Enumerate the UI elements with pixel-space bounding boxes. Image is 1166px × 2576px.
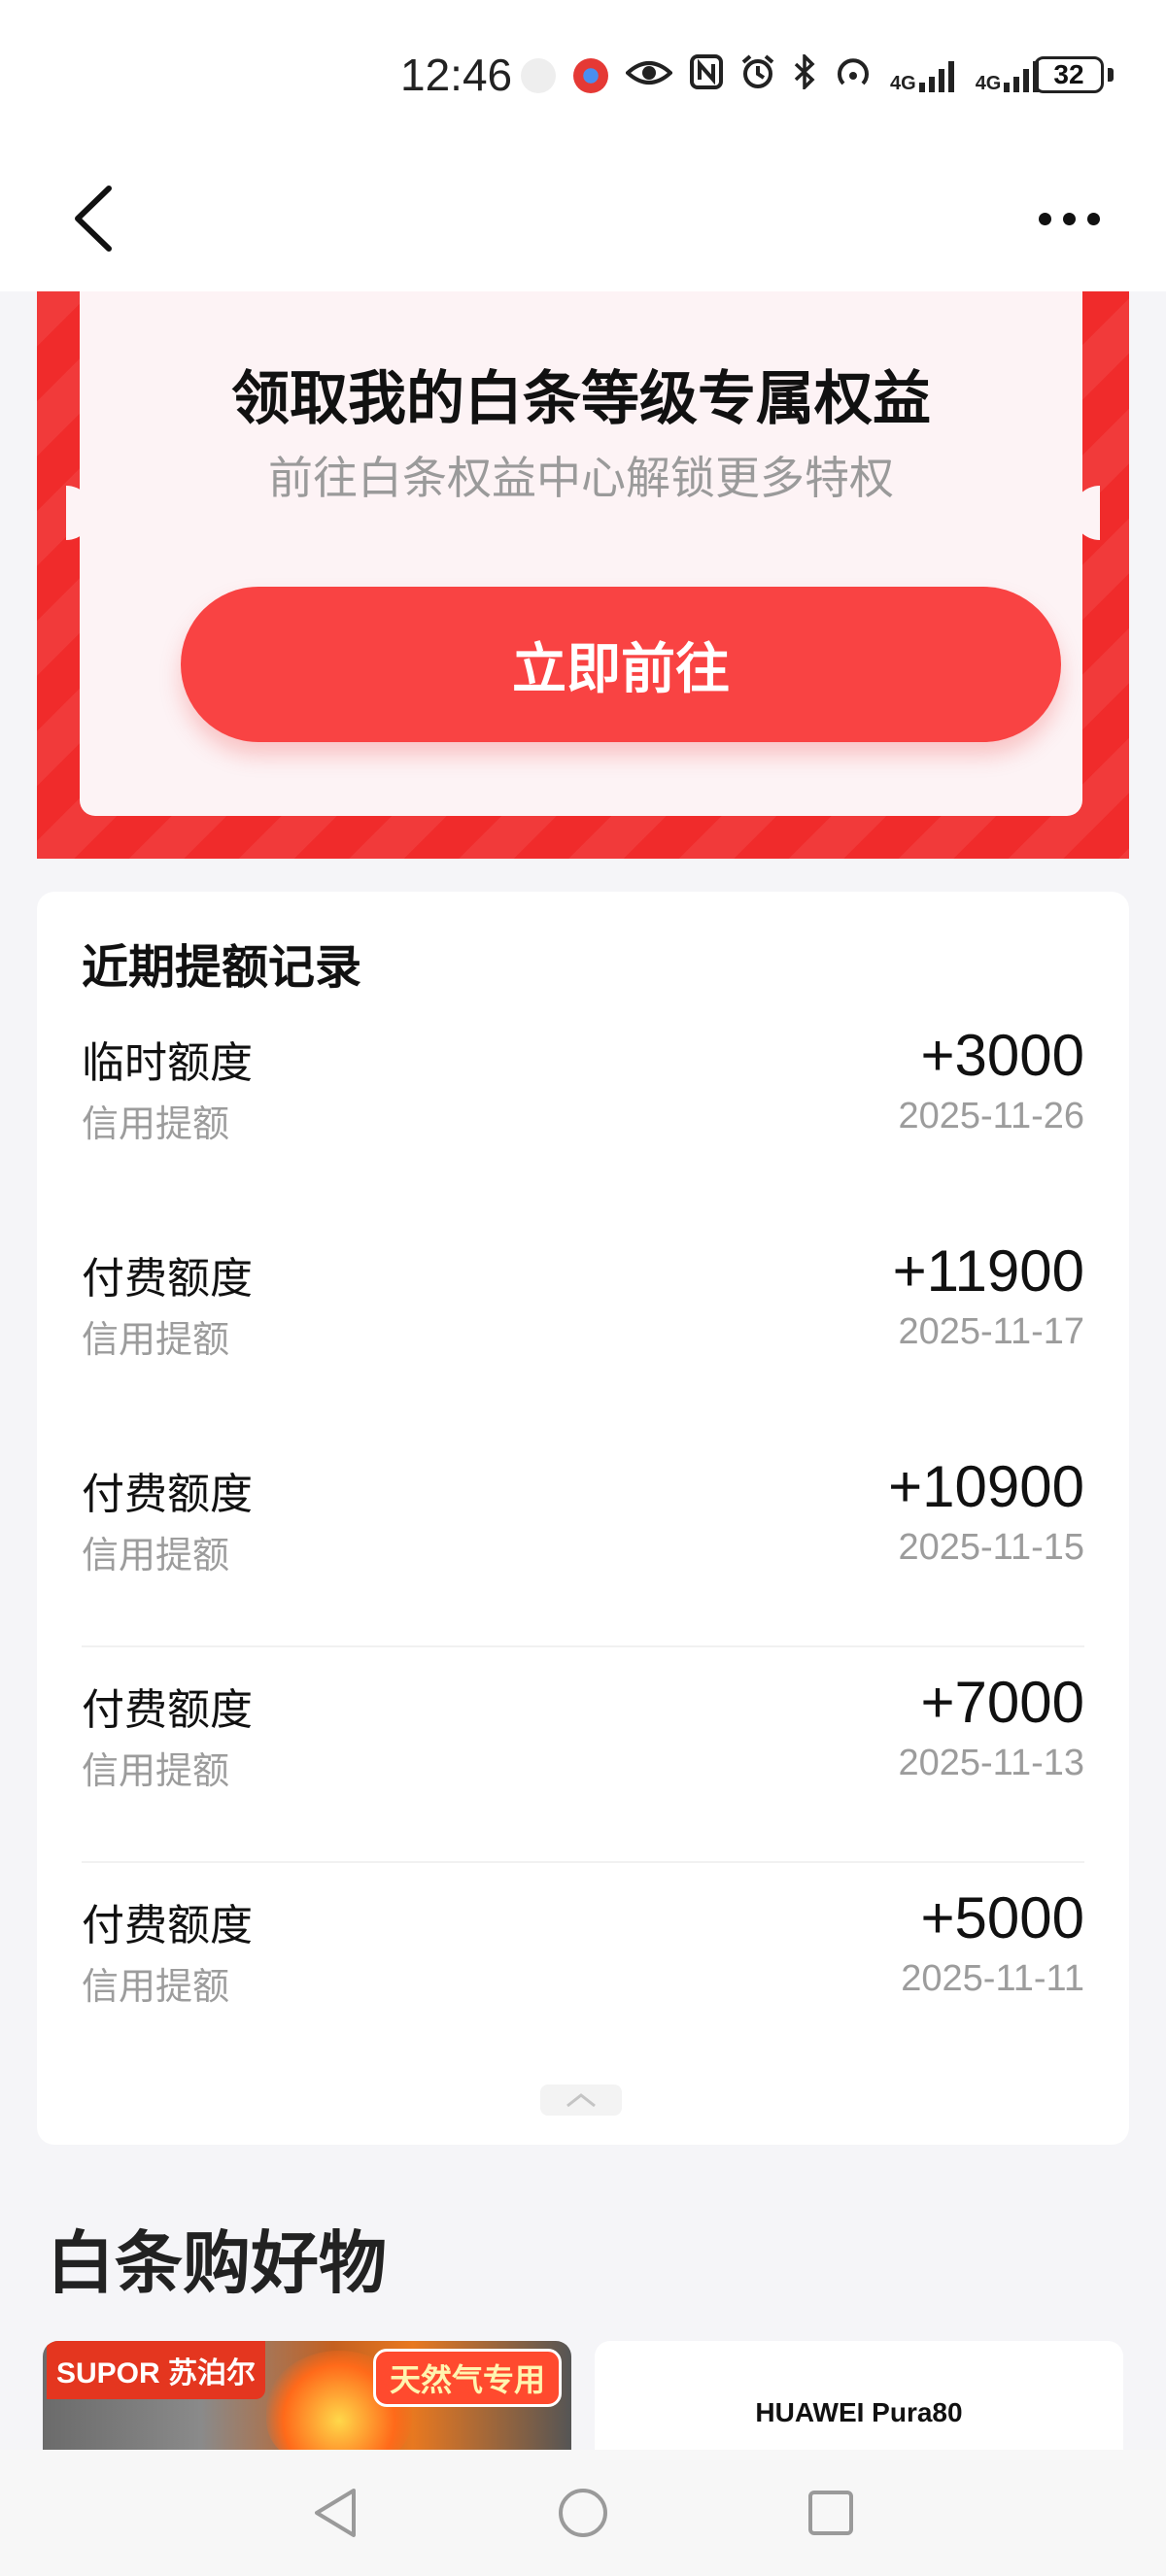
signal-icon: 4G: [976, 59, 1044, 93]
brand-badge: SUPOR 苏泊尔: [47, 2341, 266, 2399]
signal-icon: 4G: [890, 59, 958, 93]
record-sub: 信用提额: [82, 1102, 230, 1145]
more-dots-icon: [1062, 212, 1076, 225]
record-label: 付费额度: [82, 1470, 253, 1519]
battery-tip: [1108, 68, 1114, 82]
system-nav-bar: [0, 2450, 1166, 2576]
record-amount: +11900: [892, 1238, 1084, 1304]
more-dots-icon: [1038, 212, 1051, 225]
record-item[interactable]: 付费额度 信用提额 +10900 2025-11-15: [82, 1454, 1084, 1675]
record-date: 2025-11-17: [898, 1311, 1084, 1352]
record-sub: 信用提额: [82, 1318, 230, 1361]
alarm-icon: [740, 54, 775, 96]
home-circle-icon: [559, 2489, 607, 2537]
banner-title: 领取我的白条等级专属权益: [231, 365, 931, 433]
record-item[interactable]: 付费额度 信用提额 +7000 2025-11-13: [82, 1670, 1084, 1890]
chevron-up-icon: [566, 2093, 596, 2108]
record-date: 2025-11-11: [901, 1958, 1084, 1999]
record-label: 临时额度: [82, 1038, 253, 1088]
record-date: 2025-11-26: [898, 1096, 1084, 1136]
credit-increase-records: 近期提额记录 临时额度 信用提额 +3000 2025-11-26 付费额度 信…: [37, 892, 1129, 2145]
go-now-button[interactable]: 立即前往: [181, 587, 1061, 742]
hotspot-icon: [834, 54, 873, 96]
record-amount: +7000: [920, 1670, 1084, 1735]
eye-icon: [625, 56, 673, 95]
record-label: 付费额度: [82, 1254, 253, 1304]
record-divider: [82, 1645, 1084, 1647]
bluetooth-icon: [793, 51, 816, 96]
product-card[interactable]: HUAWEI Pura80: [595, 2341, 1123, 2467]
status-time: 12:46: [400, 50, 513, 100]
benefit-banner: 领取我的白条等级专属权益 前往白条权益中心解锁更多特权 立即前往: [37, 291, 1129, 859]
top-nav: [0, 155, 1166, 291]
more-dots-icon: [1086, 212, 1100, 225]
record-date: 2025-11-15: [898, 1527, 1084, 1568]
status-bar: 12:46 4G 4G 32: [0, 0, 1166, 155]
shop-section-title: 白条购好物: [47, 2223, 387, 2303]
more-button[interactable]: [1020, 185, 1117, 253]
product-tag: 天然气专用: [372, 2349, 562, 2407]
records-title: 近期提额记录: [82, 940, 362, 995]
nav-home-button[interactable]: [549, 2479, 617, 2547]
nav-recents-button[interactable]: [797, 2479, 865, 2547]
nav-back-button[interactable]: [301, 2479, 369, 2547]
huawei-app-icon: [521, 57, 556, 93]
product-card[interactable]: SUPOR 苏泊尔 天然气专用: [43, 2341, 571, 2467]
record-amount: +5000: [920, 1885, 1084, 1950]
record-label: 付费额度: [82, 1685, 253, 1735]
record-label: 付费额度: [82, 1901, 253, 1950]
back-button[interactable]: [54, 175, 132, 262]
record-sub: 信用提额: [82, 1534, 230, 1576]
nfc-icon: [690, 54, 723, 96]
record-amount: +3000: [920, 1023, 1084, 1088]
benefit-card: 领取我的白条等级专属权益 前往白条权益中心解锁更多特权 立即前往: [80, 291, 1082, 816]
recents-square-icon: [808, 2491, 853, 2535]
record-item[interactable]: 付费额度 信用提额 +5000 2025-11-11: [82, 1885, 1084, 2106]
status-icons: 4G 4G: [521, 51, 1044, 96]
battery-icon: 32: [1034, 56, 1104, 93]
record-divider: [82, 1861, 1084, 1863]
battery-level: 32: [1053, 59, 1084, 89]
chevron-left-icon: [75, 186, 112, 252]
record-date: 2025-11-13: [898, 1743, 1084, 1783]
red-app-icon: [573, 57, 608, 93]
collapse-button[interactable]: [540, 2085, 622, 2116]
record-sub: 信用提额: [82, 1749, 230, 1792]
back-triangle-icon: [315, 2489, 356, 2537]
record-amount: +10900: [888, 1454, 1084, 1519]
record-item[interactable]: 付费额度 信用提额 +11900 2025-11-17: [82, 1238, 1084, 1459]
record-item[interactable]: 临时额度 信用提额 +3000 2025-11-26: [82, 1023, 1084, 1243]
banner-subtitle: 前往白条权益中心解锁更多特权: [268, 452, 894, 504]
record-sub: 信用提额: [82, 1965, 230, 2008]
product-brand: HUAWEI Pura80: [755, 2397, 963, 2427]
